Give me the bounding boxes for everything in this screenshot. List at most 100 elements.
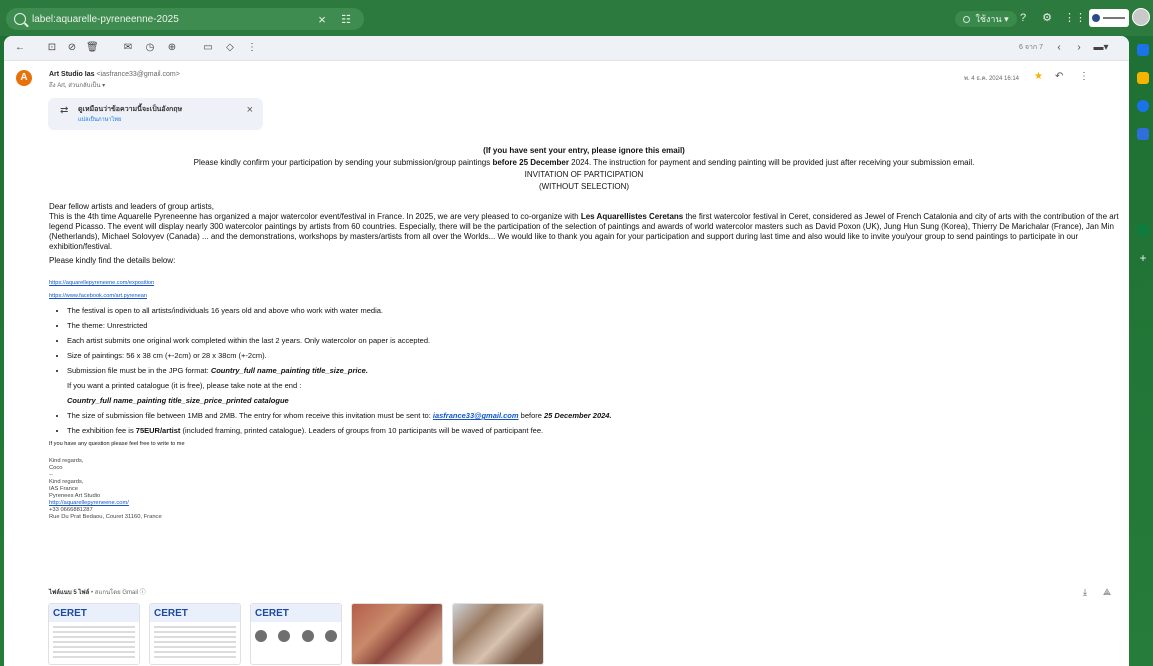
chevron-down-icon: ▾ bbox=[1004, 14, 1009, 24]
thumb-title: CERET bbox=[53, 608, 87, 619]
add-to-drive-icon[interactable]: ⟁ bbox=[1103, 587, 1111, 598]
prev-email-icon[interactable]: ‹ bbox=[1053, 42, 1065, 54]
invitation-title: INVITATION OF PARTICIPATION bbox=[524, 170, 644, 179]
note-line: (If you have sent your entry, please ign… bbox=[483, 146, 685, 155]
list-item: Size of paintings: 56 x 38 cm (+-2cm) or… bbox=[67, 351, 1119, 360]
thumb-rows bbox=[53, 626, 135, 660]
apps-grid-icon[interactable]: ⋮⋮ bbox=[1064, 11, 1086, 25]
email-toolbar: ← ⊡ ⊘ 🗑 ✉ ◷ ⊕ ▭ ◇ ⋮ 6 จาก 7 ‹ › ▬▾ bbox=[4, 36, 1129, 61]
calendar-icon[interactable] bbox=[1137, 44, 1149, 56]
recipient-line[interactable]: ถึง Art, ส่วนกลับเป็น ▾ bbox=[49, 80, 105, 90]
signature-line: Coco bbox=[49, 465, 63, 471]
clear-search-icon[interactable]: × bbox=[314, 12, 330, 27]
details-list: The festival is open to all artists/indi… bbox=[49, 306, 1119, 435]
download-all-icon[interactable]: ⤓ bbox=[1083, 587, 1087, 598]
link-exposition[interactable]: https://aquarellepyreneene.com/expositio… bbox=[49, 280, 154, 286]
translate-link[interactable]: แปลเป็นภาษาไทย bbox=[78, 116, 121, 124]
signature-line: -- bbox=[49, 472, 53, 478]
more-options-icon[interactable]: ⋮ bbox=[246, 42, 258, 54]
pager-text: 6 จาก 7 bbox=[1019, 44, 1043, 51]
signature-website-link[interactable]: http://aquarellepyreneene.com/ bbox=[49, 500, 129, 506]
help-icon[interactable]: ? bbox=[1016, 11, 1030, 25]
deadline-text: 25 December 2024. bbox=[544, 411, 612, 420]
link-facebook[interactable]: https://www.facebook.com/art.pyrenean bbox=[49, 293, 147, 299]
star-icon[interactable]: ★ bbox=[1034, 71, 1043, 82]
list-item: The exhibition fee is 75EUR/artist (incl… bbox=[67, 426, 1119, 435]
email-panel: ← ⊡ ⊘ 🗑 ✉ ◷ ⊕ ▭ ◇ ⋮ 6 จาก 7 ‹ › ▬▾ A Art… bbox=[4, 36, 1129, 666]
fee-amount: 75EUR/artist bbox=[135, 426, 181, 435]
search-options-icon[interactable]: ☷ bbox=[338, 13, 354, 26]
confirm-text-a: Please kindly confirm your participation… bbox=[193, 158, 493, 167]
next-email-icon[interactable]: › bbox=[1073, 42, 1085, 54]
jpg-format-text: Submission file must be in the JPG forma… bbox=[67, 366, 211, 375]
search-icon bbox=[14, 13, 26, 25]
attachment-thumb-2[interactable]: CERET bbox=[149, 603, 241, 665]
list-item: The size of submission file between 1MB … bbox=[67, 411, 1119, 420]
attachments-count: ไฟล์แนบ 5 ไฟล์ bbox=[49, 590, 90, 596]
invitation-subtitle: (WITHOUT SELECTION) bbox=[538, 182, 630, 191]
reply-icon[interactable]: ↶ bbox=[1055, 71, 1063, 82]
fee-text-a: The exhibition fee is bbox=[67, 426, 136, 435]
attachment-thumb-5[interactable] bbox=[452, 603, 544, 665]
snooze-icon[interactable]: ◷ bbox=[144, 42, 156, 54]
sender-name[interactable]: Art Studio Ias <iasfrance33@gmail.com> bbox=[49, 71, 180, 78]
settings-icon[interactable]: ⚙ bbox=[1040, 11, 1054, 25]
account-brand-logo[interactable] bbox=[1089, 9, 1129, 27]
intro-paragraph: This is the 4th time Aquarelle Pyreneenn… bbox=[49, 212, 1119, 252]
attachments-header: ไฟล์แนบ 5 ไฟล์ • สแกนโดย Gmail ⓘ bbox=[49, 587, 146, 597]
face-avatar bbox=[301, 630, 314, 642]
mark-unread-icon[interactable]: ✉ bbox=[122, 42, 134, 54]
archive-icon[interactable]: ⊡ bbox=[46, 42, 58, 54]
status-pill[interactable]: ใช้งาน ▾ bbox=[955, 11, 1017, 27]
back-arrow-icon[interactable]: ← bbox=[14, 42, 26, 54]
thumb-title: CERET bbox=[255, 608, 289, 619]
signature-line: +33 0666881287 bbox=[49, 507, 93, 513]
confirm-text-b: before 25 December bbox=[492, 158, 569, 167]
catalogue-note: If you want a printed catalogue (it is f… bbox=[67, 381, 302, 390]
side-panel-rail: + bbox=[1134, 44, 1152, 644]
label-icon[interactable]: ◇ bbox=[224, 42, 236, 54]
status-icon bbox=[963, 16, 970, 23]
attachment-thumb-4[interactable] bbox=[351, 603, 443, 665]
thumb-rows bbox=[154, 626, 236, 660]
tasks-icon[interactable] bbox=[1137, 100, 1149, 112]
file-size-text: The size of submission file between 1MB … bbox=[67, 411, 433, 420]
attachment-thumb-3[interactable]: CERET bbox=[250, 603, 342, 665]
close-icon[interactable]: × bbox=[247, 104, 253, 116]
signature-line: Kind regards, bbox=[49, 458, 84, 464]
thumb-image bbox=[352, 604, 442, 664]
add-task-icon[interactable]: ⊕ bbox=[166, 42, 178, 54]
input-tools-icon[interactable]: ▬▾ bbox=[1091, 42, 1111, 54]
addon-icon[interactable] bbox=[1137, 224, 1149, 236]
list-item: Submission file must be in the JPG forma… bbox=[67, 366, 1119, 405]
browser-window: label:aquarelle-pyreneenne-2025 × ☷ ใช้ง… bbox=[0, 0, 1153, 666]
account-avatar[interactable] bbox=[1132, 8, 1150, 26]
face-avatar bbox=[278, 630, 291, 642]
thumb-image bbox=[453, 604, 543, 664]
catalogue-format: Country_full name_painting title_size_pr… bbox=[67, 396, 289, 405]
thumb-title: CERET bbox=[154, 608, 188, 619]
before-text: before bbox=[518, 411, 544, 420]
message-more-icon[interactable]: ⋮ bbox=[1079, 71, 1089, 82]
attachments-scan-note: • สแกนโดย Gmail ⓘ bbox=[91, 590, 146, 596]
search-input[interactable]: label:aquarelle-pyreneenne-2025 bbox=[32, 14, 314, 25]
submission-email-link[interactable]: iasfrance33@gmail.com bbox=[433, 411, 519, 420]
links-block: https://aquarellepyreneene.com/expositio… bbox=[49, 280, 1119, 300]
attachment-thumb-1[interactable]: CERET bbox=[48, 603, 140, 665]
sender-email: <iasfrance33@gmail.com> bbox=[96, 71, 180, 78]
contacts-icon[interactable] bbox=[1137, 128, 1149, 140]
signature-line: Rue Du Prat Bedaou, Couret 31160, France bbox=[49, 514, 162, 520]
delete-icon[interactable]: 🗑 bbox=[86, 42, 99, 54]
search-bar[interactable]: label:aquarelle-pyreneenne-2025 × ☷ bbox=[6, 8, 364, 30]
sender-avatar[interactable]: A bbox=[16, 70, 32, 86]
move-to-icon[interactable]: ▭ bbox=[202, 42, 214, 54]
report-icon[interactable]: ⊘ bbox=[66, 42, 78, 54]
translate-icon: ⇄ bbox=[60, 105, 69, 116]
confirm-line: Please kindly confirm your participation… bbox=[49, 158, 1119, 168]
question-line: If you have any question please feel fre… bbox=[49, 441, 185, 447]
keep-icon[interactable] bbox=[1137, 72, 1149, 84]
details-line: Please kindly find the details below: bbox=[49, 256, 176, 265]
add-addon-icon[interactable]: + bbox=[1137, 252, 1149, 264]
jpg-format-name: Country_full name_painting title_size_pr… bbox=[210, 366, 368, 375]
email-body: (If you have sent your entry, please ign… bbox=[49, 146, 1119, 521]
